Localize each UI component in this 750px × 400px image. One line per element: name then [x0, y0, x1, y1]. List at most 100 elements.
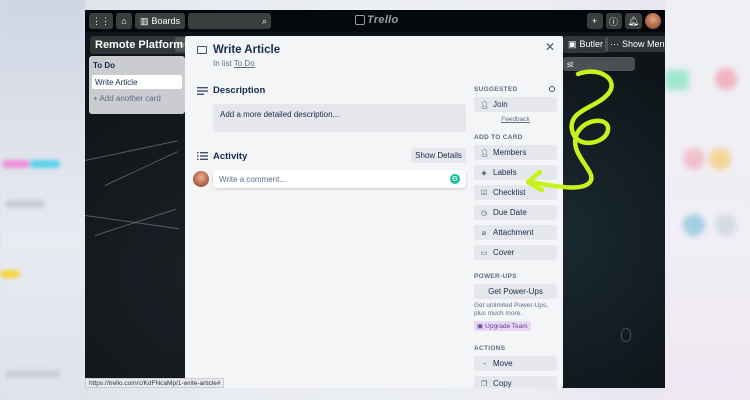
- due-date-button[interactable]: ◷ Due Date: [474, 205, 557, 220]
- apps-button[interactable]: ⋮⋮: [89, 13, 113, 29]
- labels-label: Labels: [493, 168, 517, 177]
- boards-label: Boards: [151, 16, 181, 26]
- list-title[interactable]: To Do: [89, 56, 185, 70]
- blurred-label: [5, 200, 45, 208]
- move-button[interactable]: → Move: [474, 356, 557, 371]
- cover-label: Cover: [493, 248, 515, 257]
- suggested-label: SUGGESTED: [474, 86, 518, 93]
- blurred-shape: [715, 214, 737, 236]
- activity-heading: Activity: [213, 151, 248, 162]
- clock-icon: ◷: [480, 209, 488, 217]
- blurred-label: [2, 160, 30, 168]
- checkbox-icon: ☑: [480, 189, 488, 197]
- join-label: Join: [493, 100, 508, 109]
- cover-icon: ▭: [480, 249, 488, 257]
- background-branch: [104, 151, 178, 186]
- description-icon: [197, 87, 208, 95]
- due-date-label: Due Date: [493, 208, 527, 217]
- card-icon: [197, 46, 207, 54]
- list-card[interactable]: Write Article: [92, 75, 182, 89]
- copy-label: Copy: [493, 379, 512, 388]
- trello-window: ⋮⋮ ⌂ ▥ Boards ⌕ Trello + ⓘ 🔔︎ Remote Pla…: [85, 10, 665, 388]
- feedback-link[interactable]: Feedback: [474, 116, 557, 123]
- get-power-ups-button[interactable]: Get Power-Ups: [474, 284, 557, 299]
- grid-icon: ⋮⋮: [92, 15, 110, 26]
- info-icon: ⓘ: [609, 16, 619, 27]
- card-list-info: In list To Do: [213, 59, 255, 68]
- grammarly-icon[interactable]: G: [450, 174, 460, 184]
- arrow-right-icon: →: [480, 360, 488, 367]
- home-button[interactable]: ⌂: [116, 13, 132, 29]
- cover-button[interactable]: ▭ Cover: [474, 245, 557, 260]
- comment-input[interactable]: Write a comment... G: [213, 170, 466, 188]
- person-icon: 👤︎: [480, 149, 489, 157]
- members-button[interactable]: 👤︎ Members: [474, 145, 557, 160]
- add-card-button[interactable]: + Add another card: [89, 94, 185, 103]
- checklist-button[interactable]: ☑ Checklist: [474, 185, 557, 200]
- create-button[interactable]: +: [586, 13, 603, 29]
- browser-status-bar: https://trello.com/c/KdFNcaMp/1-write-ar…: [85, 378, 225, 388]
- blurred-label: [5, 370, 60, 378]
- home-icon: ⌂: [121, 16, 127, 26]
- list-to-do: To Do Write Article + Add another card: [89, 56, 185, 114]
- close-button[interactable]: ✕: [545, 40, 555, 54]
- butler-label: Butler: [579, 39, 604, 49]
- members-label: Members: [493, 148, 527, 157]
- butler-button[interactable]: ▣ Butler: [563, 36, 609, 53]
- description-input[interactable]: Add a more detailed description...: [213, 104, 466, 132]
- blurred-shape: [683, 148, 705, 170]
- upgrade-label: Upgrade Team: [485, 322, 528, 330]
- list-link[interactable]: To Do: [234, 59, 255, 68]
- copy-icon: ❐: [480, 380, 488, 388]
- show-menu-label: Show Menu: [622, 39, 665, 49]
- dots-icon: ···: [610, 39, 619, 49]
- status-url: https://trello.com/c/KdFNcaMp/1-write-ar…: [89, 379, 221, 387]
- butler-icon: ▣: [568, 39, 577, 49]
- show-menu-button[interactable]: ··· Show Menu: [605, 36, 665, 52]
- notifications-button[interactable]: 🔔︎: [624, 13, 642, 29]
- blurred-shape: [683, 214, 705, 236]
- bell-icon: 🔔︎: [627, 15, 639, 26]
- join-button[interactable]: 👤︎ Join: [474, 97, 557, 112]
- description-heading: Description: [213, 85, 266, 96]
- search-input[interactable]: ⌕: [188, 13, 272, 29]
- blurred-shape: [665, 70, 689, 90]
- card-detail-modal: ✕ Write Article In list To Do Descriptio…: [185, 36, 563, 388]
- user-avatar[interactable]: [645, 13, 661, 29]
- boards-icon: ▥: [140, 15, 149, 26]
- blurred-label: [30, 160, 60, 168]
- top-navigation-bar: ⋮⋮ ⌂ ▥ Boards ⌕ Trello + ⓘ 🔔︎: [85, 10, 665, 32]
- labels-button[interactable]: ◈ Labels: [474, 165, 557, 180]
- power-ups-note: Get unlimited Power-Ups, plus much more.: [474, 302, 549, 318]
- gear-icon[interactable]: [549, 86, 555, 92]
- background-branch: [94, 208, 176, 236]
- nav-right-group: + ⓘ 🔔︎: [586, 13, 661, 29]
- blurred-background-right: [665, 0, 750, 400]
- blurred-label: [0, 270, 20, 278]
- attachment-label: Attachment: [493, 228, 534, 237]
- card-title[interactable]: Write Article: [213, 44, 280, 56]
- add-list-input-text: st: [567, 60, 574, 69]
- board-title[interactable]: Remote Platform: [90, 36, 189, 54]
- attachment-button[interactable]: ⌀ Attachment: [474, 225, 557, 240]
- copy-button[interactable]: ❐ Copy: [474, 376, 557, 388]
- trello-logo-icon: [355, 15, 365, 25]
- person-icon: 👤︎: [480, 101, 489, 109]
- show-details-button[interactable]: Show Details: [411, 148, 466, 163]
- search-icon: ⌕: [262, 15, 268, 26]
- blurred-shape: [709, 148, 731, 170]
- actions-label: ACTIONS: [474, 345, 506, 352]
- move-label: Move: [493, 359, 513, 368]
- add-to-card-label: ADD TO CARD: [474, 134, 523, 141]
- plus-icon: +: [93, 94, 98, 103]
- info-button[interactable]: ⓘ: [605, 13, 622, 29]
- add-list-input[interactable]: st: [563, 57, 635, 71]
- trello-logo-text: Trello: [367, 14, 399, 26]
- checklist-label: Checklist: [493, 188, 526, 197]
- activity-icon: [197, 152, 208, 160]
- power-ups-label: POWER-UPS: [474, 273, 517, 280]
- boards-button[interactable]: ▥ Boards: [135, 13, 186, 29]
- upgrade-team-button[interactable]: ▣ Upgrade Team: [474, 321, 531, 331]
- add-card-label: Add another card: [99, 94, 161, 103]
- trello-logo[interactable]: Trello: [355, 14, 399, 26]
